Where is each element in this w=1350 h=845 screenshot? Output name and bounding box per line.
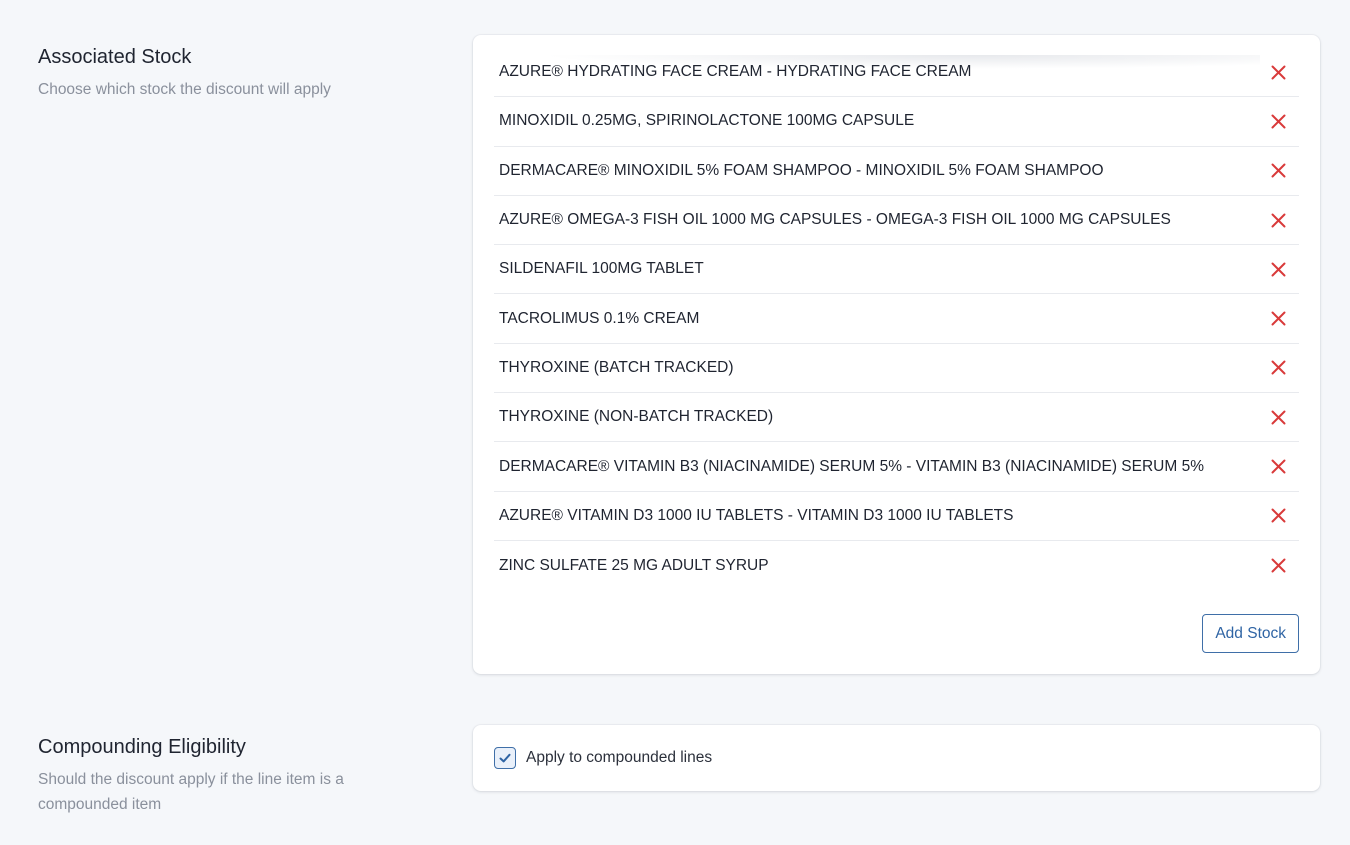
close-icon[interactable]	[1269, 507, 1287, 525]
close-icon[interactable]	[1269, 162, 1287, 180]
stock-row: SILDENAFIL 100MG TABLET	[494, 245, 1299, 295]
associated-stock-card: AZURE® HYDRATING FACE CREAM - HYDRATING …	[473, 35, 1320, 674]
close-icon[interactable]	[1269, 112, 1287, 130]
stock-name: AZURE® HYDRATING FACE CREAM - HYDRATING …	[499, 63, 972, 81]
stock-row: THYROXINE (NON-BATCH TRACKED)	[494, 393, 1299, 443]
close-icon[interactable]	[1269, 458, 1287, 476]
stock-row: AZURE® HYDRATING FACE CREAM - HYDRATING …	[494, 48, 1299, 98]
section-title-compounding: Compounding Eligibility	[38, 736, 246, 758]
stock-name: ZINC SULFATE 25 MG ADULT SYRUP	[499, 556, 769, 574]
apply-compounded-checkbox[interactable]	[494, 747, 516, 769]
stock-name: DERMACARE® MINOXIDIL 5% FOAM SHAMPOO - M…	[499, 161, 1104, 179]
close-icon[interactable]	[1269, 408, 1287, 426]
add-stock-button[interactable]: Add Stock	[1202, 614, 1299, 653]
section-title-associated-stock: Associated Stock	[38, 46, 192, 68]
stock-name: DERMACARE® VITAMIN B3 (NIACINAMIDE) SERU…	[499, 457, 1204, 475]
stock-name: SILDENAFIL 100MG TABLET	[499, 260, 704, 278]
close-icon[interactable]	[1269, 359, 1287, 377]
stock-list: AZURE® HYDRATING FACE CREAM - HYDRATING …	[494, 48, 1299, 590]
stock-row: ZINC SULFATE 25 MG ADULT SYRUP	[494, 541, 1299, 590]
section-description-associated-stock: Choose which stock the discount will app…	[38, 81, 331, 98]
stock-name: MINOXIDIL 0.25MG, SPIRINOLACTONE 100MG C…	[499, 112, 915, 130]
close-icon[interactable]	[1269, 310, 1287, 328]
stock-row: AZURE® OMEGA-3 FISH OIL 1000 MG CAPSULES…	[494, 196, 1299, 246]
stock-row: DERMACARE® VITAMIN B3 (NIACINAMIDE) SERU…	[494, 442, 1299, 492]
compounding-eligibility-header: Compounding Eligibility Should the disco…	[38, 735, 418, 817]
stock-name: TACROLIMUS 0.1% CREAM	[499, 309, 700, 327]
check-icon	[499, 753, 511, 763]
close-icon[interactable]	[1269, 211, 1287, 229]
associated-stock-header: Associated Stock Choose which stock the …	[38, 45, 418, 102]
stock-row: THYROXINE (BATCH TRACKED)	[494, 344, 1299, 394]
close-icon[interactable]	[1269, 557, 1287, 575]
stock-row: AZURE® VITAMIN D3 1000 IU TABLETS - VITA…	[494, 492, 1299, 541]
close-icon[interactable]	[1269, 260, 1287, 278]
stock-row: TACROLIMUS 0.1% CREAM	[494, 294, 1299, 344]
section-description-compounding: Should the discount apply if the line it…	[38, 771, 344, 813]
stock-row: MINOXIDIL 0.25MG, SPIRINOLACTONE 100MG C…	[494, 97, 1299, 147]
stock-name: AZURE® VITAMIN D3 1000 IU TABLETS - VITA…	[499, 506, 1014, 524]
apply-compounded-label[interactable]: Apply to compounded lines	[526, 749, 712, 767]
compounding-card: Apply to compounded lines	[473, 725, 1320, 791]
stock-row: DERMACARE® MINOXIDIL 5% FOAM SHAMPOO - M…	[494, 147, 1299, 196]
stock-name: AZURE® OMEGA-3 FISH OIL 1000 MG CAPSULES…	[499, 211, 1171, 229]
stock-name: THYROXINE (NON-BATCH TRACKED)	[499, 408, 774, 426]
stock-name: THYROXINE (BATCH TRACKED)	[499, 358, 734, 376]
close-icon[interactable]	[1269, 63, 1287, 81]
